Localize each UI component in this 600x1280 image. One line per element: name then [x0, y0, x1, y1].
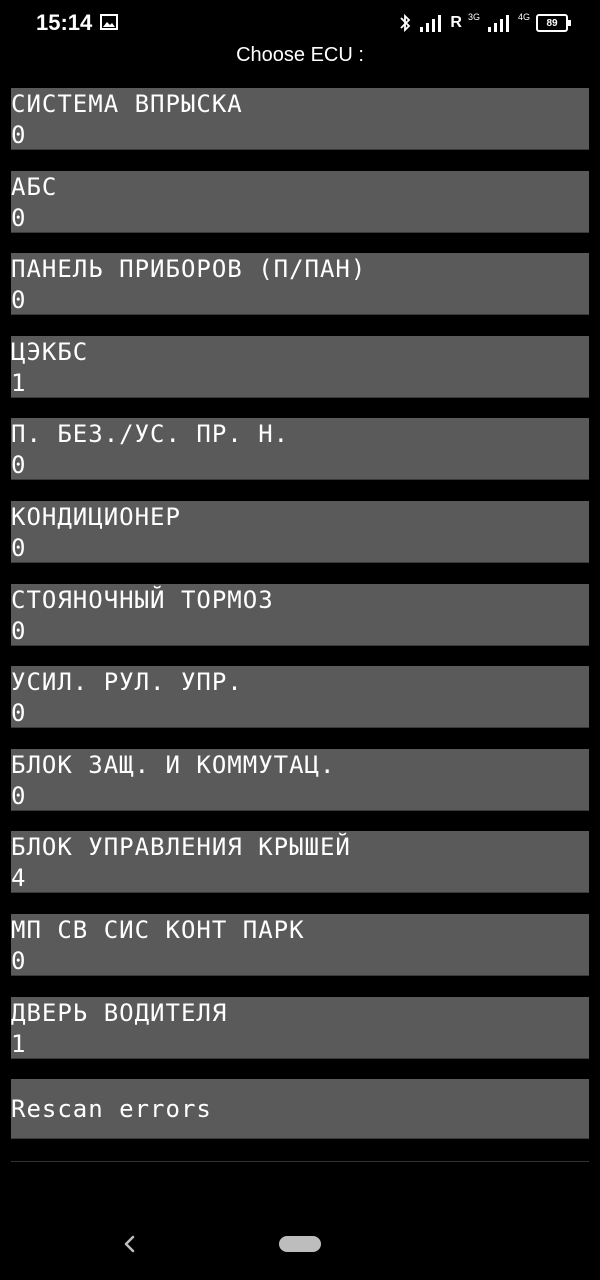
ecu-error-count: 1 — [11, 368, 26, 397]
gallery-icon — [100, 14, 118, 30]
ecu-item[interactable]: СТОЯНОЧНЫЙ ТОРМОЗ 0 — [11, 583, 589, 646]
ecu-item[interactable]: КОНДИЦИОНЕР 0 — [11, 500, 589, 563]
ecu-list: СИСТЕМА ВПРЫСКА 0 АБС 0 ПАНЕЛЬ ПРИБОРОВ … — [11, 88, 589, 1079]
ecu-item[interactable]: МП СВ СИС КОНТ ПАРК 0 — [11, 913, 589, 976]
ecu-item[interactable]: ПАНЕЛЬ ПРИБОРОВ (П/ПАН) 0 — [11, 253, 589, 316]
ecu-item[interactable]: ДВЕРЬ ВОДИТЕЛЯ 1 — [11, 996, 589, 1059]
ecu-name: ПАНЕЛЬ ПРИБОРОВ (П/ПАН) — [11, 255, 367, 284]
ecu-name: БЛОК ЗАЩ. И КОММУТАЦ. — [11, 750, 336, 779]
ecu-name: П. БЕЗ./УС. ПР. Н. — [11, 420, 290, 449]
ecu-error-count: 4 — [11, 864, 26, 893]
ecu-name: БЛОК УПРАВЛЕНИЯ КРЫШЕЙ — [11, 833, 351, 862]
bluetooth-icon — [400, 13, 411, 33]
ecu-error-count: 0 — [11, 451, 26, 480]
ecu-item[interactable]: ЦЭКБС 1 — [11, 335, 589, 398]
divider — [11, 1161, 589, 1162]
signal-icon — [420, 15, 442, 32]
ecu-name: СИСТЕМА ВПРЫСКА — [11, 90, 243, 118]
ecu-item[interactable]: П. БЕЗ./УС. ПР. Н. 0 — [11, 418, 589, 481]
ecu-error-count: 0 — [11, 203, 26, 232]
network-type-2: 4G — [517, 12, 530, 22]
status-time: 15:14 — [36, 10, 93, 35]
battery-level: 89 — [546, 17, 558, 29]
ecu-item[interactable]: АБС 0 — [11, 170, 589, 233]
ecu-error-count: 1 — [11, 1029, 26, 1058]
ecu-item[interactable]: БЛОК ЗАЩ. И КОММУТАЦ. 0 — [11, 748, 589, 811]
home-pill[interactable] — [279, 1236, 321, 1252]
ecu-item[interactable]: БЛОК УПРАВЛЕНИЯ КРЫШЕЙ 4 — [11, 831, 589, 894]
ecu-error-count: 0 — [11, 121, 26, 149]
roaming-label: R — [450, 14, 462, 31]
ecu-error-count: 0 — [11, 533, 26, 562]
ecu-name: МП СВ СИС КОНТ ПАРК — [11, 915, 305, 944]
ecu-item[interactable]: УСИЛ. РУЛ. УПР. 0 — [11, 666, 589, 729]
page-title: Choose ECU : — [236, 44, 364, 66]
ecu-error-count: 0 — [11, 286, 26, 315]
ecu-name: ДВЕРЬ ВОДИТЕЛЯ — [11, 998, 228, 1027]
ecu-name: СТОЯНОЧНЫЙ ТОРМОЗ — [11, 585, 274, 614]
navigation-bar — [0, 1212, 600, 1280]
battery-icon: 89 — [536, 14, 571, 32]
back-icon[interactable] — [120, 1232, 140, 1256]
ecu-name: УСИЛ. РУЛ. УПР. — [11, 668, 243, 697]
ecu-name: АБС — [11, 172, 58, 201]
rescan-errors-button[interactable]: Rescan errors — [11, 1079, 589, 1139]
status-bar: 15:14 R 3G 4G 89 — [0, 0, 600, 46]
network-type-1: 3G — [467, 12, 480, 22]
ecu-item[interactable]: СИСТЕМА ВПРЫСКА 0 — [11, 88, 589, 150]
ecu-error-count: 0 — [11, 781, 26, 810]
ecu-name: ЦЭКБС — [11, 337, 89, 366]
signal-icon — [487, 15, 509, 32]
ecu-error-count: 0 — [11, 616, 26, 645]
ecu-error-count: 0 — [11, 946, 26, 975]
status-icons: R 3G 4G 89 — [398, 12, 571, 34]
ecu-name: КОНДИЦИОНЕР — [11, 502, 181, 531]
ecu-error-count: 0 — [11, 699, 26, 728]
